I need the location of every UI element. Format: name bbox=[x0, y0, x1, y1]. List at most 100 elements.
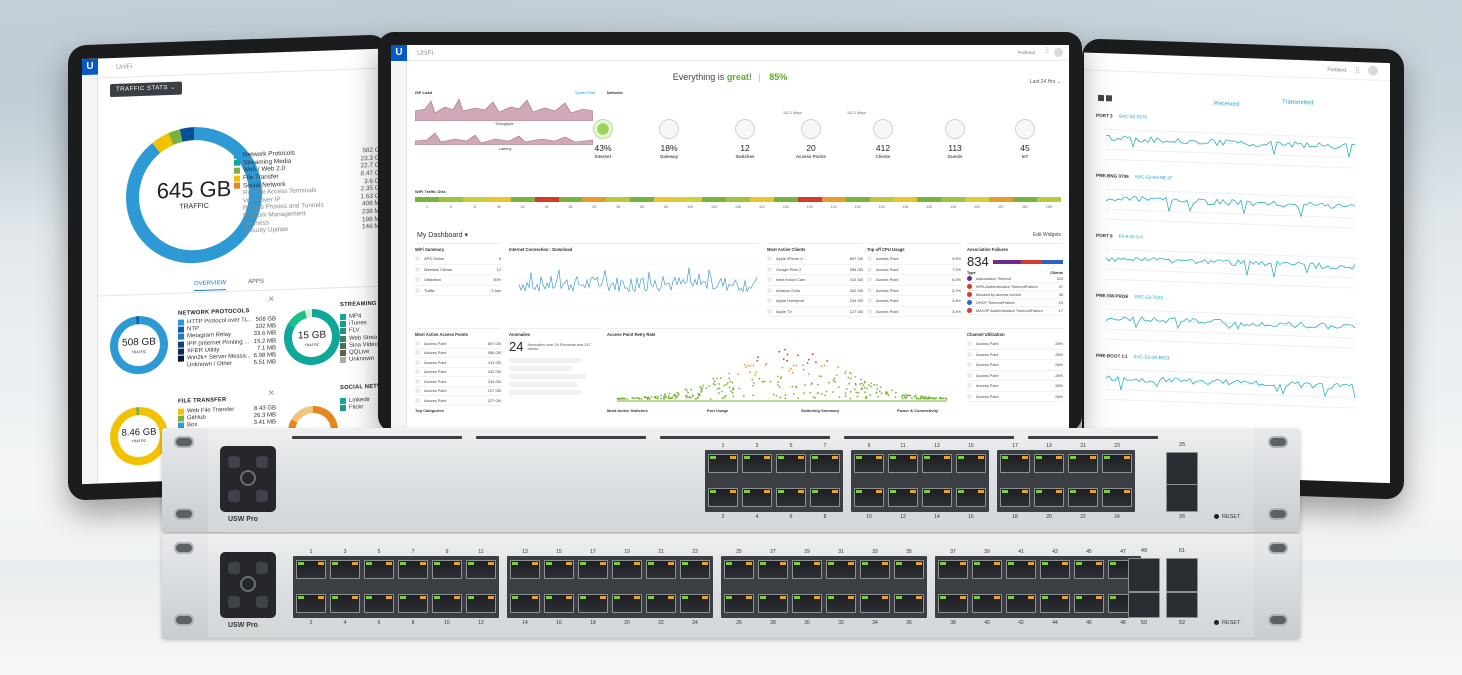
rj45-port[interactable] bbox=[1000, 454, 1030, 473]
avatar[interactable] bbox=[1368, 65, 1378, 76]
rj45-port[interactable] bbox=[432, 594, 462, 613]
rj45-port[interactable] bbox=[612, 594, 642, 613]
rj45-port[interactable] bbox=[854, 488, 884, 507]
sfp-port-49[interactable] bbox=[1128, 558, 1160, 592]
rj45-port[interactable] bbox=[296, 560, 326, 579]
rj45-port[interactable] bbox=[792, 594, 822, 613]
rj45-port[interactable] bbox=[646, 560, 676, 579]
tab-overview[interactable]: OVERVIEW bbox=[194, 280, 227, 292]
tab-received[interactable]: Received bbox=[1214, 101, 1239, 108]
rj45-port[interactable] bbox=[364, 594, 394, 613]
topology-node[interactable]: 412 Clients bbox=[861, 119, 905, 159]
table-row[interactable]: WPA Authentication Timeout/Failure 57 bbox=[967, 283, 1063, 291]
rj45-port[interactable] bbox=[776, 488, 806, 507]
rj45-port[interactable] bbox=[810, 488, 840, 507]
rj45-port[interactable] bbox=[854, 454, 884, 473]
rj45-port[interactable] bbox=[364, 560, 394, 579]
topology-node[interactable]: 20 Access Points bbox=[789, 119, 833, 159]
table-row[interactable]: DHCP Timeout/Failure 23 bbox=[967, 299, 1063, 307]
rj45-port[interactable] bbox=[612, 560, 642, 579]
topology-node[interactable]: 18% Gateway bbox=[647, 119, 691, 159]
rj45-port[interactable] bbox=[1040, 560, 1070, 579]
table-row[interactable]: Amazon Echo 342 GB bbox=[767, 286, 863, 296]
close-icon[interactable]: ✕ bbox=[268, 294, 275, 303]
table-row[interactable]: Access Point 897 GB bbox=[415, 339, 501, 349]
site-selector[interactable]: Portland bbox=[1018, 50, 1035, 55]
rj45-port[interactable] bbox=[544, 594, 574, 613]
rj45-port[interactable] bbox=[888, 488, 918, 507]
rj45-port[interactable] bbox=[888, 454, 918, 473]
touchscreen-display[interactable] bbox=[220, 552, 276, 618]
table-row[interactable]: Access Point 5.2% bbox=[867, 286, 961, 296]
rj45-port[interactable] bbox=[708, 454, 738, 473]
port-chart[interactable]: PRE-BNG 0706 SVC-S2-00-NB:37 bbox=[1096, 173, 1378, 239]
table-row[interactable]: Access Point 28% bbox=[967, 360, 1063, 371]
rj45-port[interactable] bbox=[466, 560, 496, 579]
table-row[interactable]: Access Point 28% bbox=[967, 350, 1063, 360]
rj45-port[interactable] bbox=[956, 454, 986, 473]
topology-node[interactable]: 45 IoT bbox=[1003, 119, 1047, 159]
dashboard-selector[interactable]: My Dashboard ▾ bbox=[417, 231, 468, 239]
rj45-port[interactable] bbox=[1034, 454, 1064, 473]
rj45-port[interactable] bbox=[646, 594, 676, 613]
sfp-port-26[interactable] bbox=[1166, 484, 1198, 512]
rj45-port[interactable] bbox=[792, 560, 822, 579]
port-chart[interactable]: PRE-BOOT C1 SVC-S2-0A-B023 bbox=[1096, 353, 1378, 419]
rj45-port[interactable] bbox=[1006, 594, 1036, 613]
tab-apps[interactable]: APPS bbox=[248, 279, 264, 286]
table-row[interactable]: APS Online 8 bbox=[415, 254, 501, 265]
rj45-port[interactable] bbox=[776, 454, 806, 473]
traffic-stats-dropdown[interactable]: TRAFFIC STATS ⌄ bbox=[110, 81, 182, 98]
rj45-port[interactable] bbox=[860, 594, 890, 613]
rj45-port[interactable] bbox=[860, 560, 890, 579]
table-row[interactable]: Access Point 7.2% bbox=[867, 265, 961, 275]
topology-node[interactable]: 12 Switches bbox=[723, 119, 767, 159]
rj45-port[interactable] bbox=[578, 594, 608, 613]
rj45-port[interactable] bbox=[826, 560, 856, 579]
table-row[interactable]: Access Point 28% bbox=[967, 392, 1063, 402]
rj45-port[interactable] bbox=[432, 560, 462, 579]
rj45-port[interactable] bbox=[724, 560, 754, 579]
rj45-port[interactable] bbox=[1074, 560, 1104, 579]
port-chart[interactable]: PRE-SW.PROE SPC-S2-7023 bbox=[1096, 293, 1378, 359]
rj45-port[interactable] bbox=[680, 560, 710, 579]
table-row[interactable]: Access Point 127 GB bbox=[415, 387, 501, 396]
table-row[interactable]: Access Point 413 GB bbox=[415, 358, 501, 368]
rj45-port[interactable] bbox=[826, 594, 856, 613]
table-row[interactable]: Access Point 556 GB bbox=[415, 349, 501, 358]
rj45-port[interactable] bbox=[894, 594, 924, 613]
apps-grid-icon[interactable]: ⁞⁞ bbox=[1045, 48, 1049, 55]
sfp-port-52[interactable] bbox=[1166, 592, 1198, 618]
rj45-port[interactable] bbox=[758, 560, 788, 579]
rj45-port[interactable] bbox=[972, 560, 1002, 579]
rj45-port[interactable] bbox=[758, 594, 788, 613]
rj45-port[interactable] bbox=[708, 488, 738, 507]
table-row[interactable]: Access Point 28% bbox=[967, 381, 1063, 392]
rj45-port[interactable] bbox=[466, 594, 496, 613]
table-row[interactable]: Apple TV 127 GB bbox=[767, 307, 863, 317]
rj45-port[interactable] bbox=[510, 560, 540, 579]
sfp-port-50[interactable] bbox=[1128, 592, 1160, 618]
table-row[interactable]: Access Point 28% bbox=[967, 339, 1063, 350]
rj45-port[interactable] bbox=[330, 560, 360, 579]
rj45-port[interactable] bbox=[296, 594, 326, 613]
rj45-port[interactable] bbox=[724, 594, 754, 613]
rj45-port[interactable] bbox=[680, 594, 710, 613]
sfp-port-25[interactable] bbox=[1166, 452, 1198, 486]
edit-widgets-button[interactable]: Edit Widgets bbox=[1033, 232, 1061, 238]
table-row[interactable]: Access Point 6.3% bbox=[867, 275, 961, 286]
rj45-port[interactable] bbox=[544, 560, 574, 579]
table-row[interactable]: Access Point 28% bbox=[967, 371, 1063, 381]
rj45-port[interactable] bbox=[1040, 594, 1070, 613]
layout-grid-icon[interactable] bbox=[1098, 94, 1112, 102]
rj45-port[interactable] bbox=[578, 560, 608, 579]
ubiquiti-logo[interactable]: U bbox=[82, 58, 98, 76]
table-row[interactable]: Google Pixel 2 556 GB bbox=[767, 265, 863, 275]
table-row[interactable]: Access Point 342 GB bbox=[415, 368, 501, 377]
table-row[interactable]: Apple Homepod 234 GB bbox=[767, 296, 863, 307]
rj45-port[interactable] bbox=[894, 560, 924, 579]
rj45-port[interactable] bbox=[922, 488, 952, 507]
topology-node[interactable]: 113 Guests bbox=[933, 119, 977, 159]
table-row[interactable]: Access Point 9.8% bbox=[867, 254, 961, 265]
tab-transmitted[interactable]: Transmitted bbox=[1282, 99, 1313, 106]
